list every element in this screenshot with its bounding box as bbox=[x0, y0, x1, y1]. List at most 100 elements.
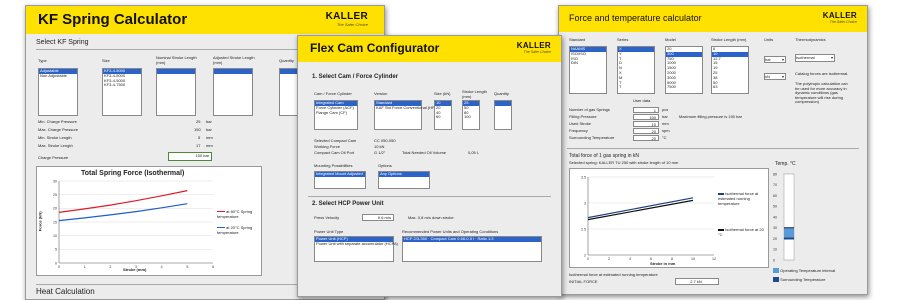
type-listbox[interactable]: Adjustable Non Adjustable bbox=[38, 68, 78, 116]
user-row-unit: pcs bbox=[662, 107, 669, 112]
units-pressure-select[interactable]: bar ▾ bbox=[764, 56, 786, 63]
list-item[interactable]: HCP 2/3-350 · Compact Cam 0.66-0.5 l · R… bbox=[403, 236, 541, 242]
section-2-title: 2. Select HCP Power Unit bbox=[312, 201, 384, 207]
col-stroke-label: Stroke Length (mm) bbox=[711, 37, 747, 42]
legend-temp-surrounding: Surrounding Temperature bbox=[773, 277, 825, 283]
y-axis-label: Force (kN) bbox=[37, 211, 43, 232]
user-row-unit: bar bbox=[662, 114, 668, 119]
info-value: 10 kN bbox=[374, 144, 385, 149]
power-unit-config-listbox[interactable]: HCP 2/3-350 · Compact Cam 0.66-0.5 l · R… bbox=[402, 236, 542, 262]
x-tick-label: 4 bbox=[161, 265, 163, 269]
x-tick-label: 2 bbox=[608, 257, 610, 261]
needed-oil-label: Total Needed Oil Volume bbox=[402, 150, 447, 155]
y-tick-label: 20 bbox=[53, 207, 57, 211]
charge-pressure-input[interactable]: 150 bar bbox=[168, 152, 212, 161]
page-title: KF Spring Calculator bbox=[38, 11, 188, 28]
surrounding-temperature-marker bbox=[784, 237, 794, 240]
legend-temp-interval: Operating Temperature interval bbox=[773, 268, 835, 274]
list-item[interactable]: KF3-4-7500 bbox=[103, 83, 141, 88]
result-unit: bar bbox=[206, 119, 212, 124]
col-stroke-label: Stroke Length (mm) bbox=[462, 89, 487, 99]
current-temperature-marker bbox=[784, 227, 794, 229]
list-item[interactable] bbox=[157, 69, 195, 74]
press-velocity-input[interactable]: 0.6 m/s bbox=[362, 214, 394, 221]
list-item[interactable]: Integrated Mount Adjusted bbox=[315, 171, 365, 177]
thermo-note: Catalog forces are isothermal. bbox=[795, 71, 849, 76]
press-velocity-note: Max. 0,8 m/s down stroke bbox=[408, 215, 454, 220]
force-chart: 2 2.5 3 3.5 0 2 4 6 8 10 12 Stroke in mm Isotherma… bbox=[569, 168, 769, 268]
list-item[interactable]: DIN bbox=[570, 61, 606, 66]
ft-header: Force and temperature calculator bbox=[559, 6, 867, 32]
legend-iso: Isothermal force at estimated running te… bbox=[718, 191, 759, 206]
series-line bbox=[587, 199, 694, 221]
user-row-unit: spm bbox=[662, 128, 670, 133]
temp-title: Temp. °C bbox=[775, 161, 796, 167]
flex-cam-configurator-window: Flex Cam Configurator KALLER The Safer C… bbox=[297, 35, 562, 297]
y-tick-label: 25 bbox=[53, 193, 57, 197]
filling-pressure-input[interactable]: 150 bbox=[633, 114, 659, 120]
heat-calculation-title: Heat Calculation bbox=[36, 287, 95, 296]
y-tick-label: 3 bbox=[584, 201, 586, 205]
options-listbox[interactable]: Any Options bbox=[378, 171, 430, 189]
x-tick-label: 10 bbox=[691, 257, 695, 261]
x-tick-label: 12 bbox=[712, 257, 716, 261]
temp-tick-label: 70 bbox=[773, 183, 777, 187]
standard-listbox[interactable]: NAAMS ISO/ISO ISO DIN bbox=[569, 46, 607, 94]
result-value: 5 bbox=[198, 135, 201, 140]
legend-80: at 80°C Spring temperature bbox=[217, 209, 253, 219]
adjusted-stroke-listbox[interactable] bbox=[213, 68, 253, 116]
version-listbox[interactable]: Standard KAF Std Force Conventional (HP) bbox=[374, 100, 436, 130]
stroke-listbox[interactable]: 6 10 12.7 15 19 25 38 50 63 bbox=[711, 46, 749, 94]
list-item[interactable]: 100 bbox=[463, 115, 479, 120]
result-value: 150 bbox=[194, 127, 201, 132]
result-label: Min. Stroke Length bbox=[38, 135, 72, 140]
y-tick-label: 5 bbox=[55, 248, 57, 252]
temp-tick-label: 40 bbox=[773, 215, 777, 219]
result-label: Min. Charge Pressure bbox=[38, 119, 77, 124]
charge-pressure-label: Charge Pressure bbox=[38, 155, 69, 160]
list-item[interactable]: 7500 bbox=[666, 85, 702, 90]
series-listbox[interactable]: X Y T D N X M T T bbox=[617, 46, 655, 94]
power-unit-type-listbox[interactable]: Power Unit (HCP) Power Unit with separat… bbox=[314, 236, 398, 262]
y-tick-label: 10 bbox=[53, 234, 57, 238]
mounting-listbox[interactable]: Integrated Mount Adjusted bbox=[314, 171, 366, 189]
temperature-gauge: 80 70 60 50 40 30 20 10 0 bbox=[773, 172, 795, 262]
list-item[interactable]: Flange Cam (CF) bbox=[315, 110, 357, 116]
model-listbox[interactable]: 20 300 750 1000 1500 2000 3000 5000 7500 bbox=[665, 46, 703, 94]
units-force-select[interactable]: kN ▾ bbox=[764, 73, 786, 80]
series-line bbox=[58, 203, 188, 222]
list-item[interactable]: T bbox=[618, 85, 654, 90]
list-item[interactable] bbox=[214, 69, 252, 74]
result-unit: mm bbox=[206, 143, 213, 148]
result-value: 25 bbox=[196, 119, 201, 124]
quantity-listbox[interactable] bbox=[494, 100, 512, 130]
kaller-logo: KALLER The Safer Choice bbox=[822, 11, 857, 24]
thermodynamics-select[interactable]: Isothermal ▾ bbox=[795, 54, 835, 62]
frequency-input[interactable]: 20 bbox=[633, 128, 659, 134]
press-velocity-label: Press Velocity bbox=[314, 215, 340, 220]
list-item[interactable]: Non Adjustable bbox=[39, 73, 77, 79]
list-item[interactable]: 63 bbox=[712, 85, 748, 90]
list-item[interactable] bbox=[495, 101, 511, 106]
surrounding-temperature-input[interactable]: 20 bbox=[633, 135, 659, 141]
used-stroke-input[interactable]: 10 bbox=[633, 121, 659, 127]
number-of-springs-input[interactable]: 1 bbox=[633, 107, 659, 113]
nominal-stroke-listbox[interactable] bbox=[156, 68, 196, 116]
list-item[interactable]: Power Unit with separate accumulator (HC… bbox=[315, 241, 398, 247]
list-item[interactable]: 60 bbox=[435, 115, 451, 120]
col-model-label: Model bbox=[665, 37, 676, 42]
force-cylinder-listbox[interactable]: Integrated Cam Force Cylinder (ACF) Flan… bbox=[314, 100, 358, 130]
section-title: Select KF Spring bbox=[36, 39, 89, 46]
list-item[interactable]: Any Options bbox=[379, 171, 429, 177]
stroke-listbox[interactable]: 25 50 80 100 bbox=[462, 100, 480, 130]
size-listbox[interactable]: 10 20 40 60 bbox=[434, 100, 452, 130]
temp-tick-label: 50 bbox=[773, 205, 777, 209]
page-title: Force and temperature calculator bbox=[569, 13, 702, 23]
col-nominal-label: Nominal Stroke Length (mm) bbox=[156, 55, 197, 65]
x-tick-label: 6 bbox=[212, 265, 214, 269]
info-label: Selected Compact Cam bbox=[314, 138, 357, 143]
needed-oil-value: 0,05 L bbox=[468, 150, 480, 155]
list-item[interactable]: KAF Std Force Conventional (HP) bbox=[375, 105, 436, 111]
size-listbox[interactable]: KF3-4-5000 KF3-4-5000 KF3-4-5000 KF3-4-7… bbox=[102, 68, 142, 116]
x-tick-label: 0 bbox=[587, 257, 589, 261]
